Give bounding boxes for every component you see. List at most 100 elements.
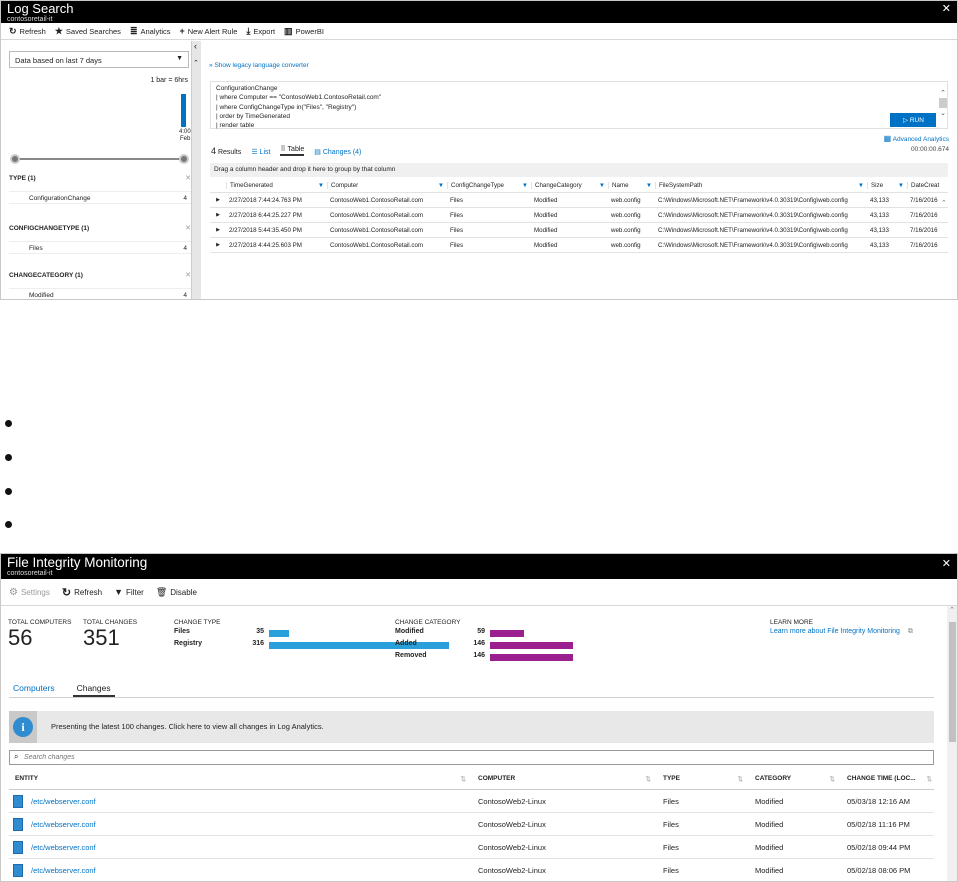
- filter-icon[interactable]: ▼: [522, 182, 528, 189]
- filter-icon[interactable]: ▼: [599, 182, 605, 189]
- saved-searches-button[interactable]: ★ Saved Searches: [55, 26, 121, 37]
- powerbi-button[interactable]: ▥ PowerBI: [284, 26, 324, 37]
- change-type-row[interactable]: Files 35: [174, 628, 374, 640]
- search-box[interactable]: ⌕: [9, 750, 934, 765]
- entity-link[interactable]: /etc/webserver.conf: [31, 866, 96, 875]
- facet-item[interactable]: Files 4: [9, 241, 191, 254]
- time-range-slider[interactable]: [13, 158, 186, 160]
- sort-icon[interactable]: ⇅: [461, 775, 466, 782]
- scroll-up-icon[interactable]: ⌃: [938, 89, 948, 97]
- fim-scrollbar[interactable]: ⌃: [947, 606, 957, 881]
- close-icon[interactable]: ✕: [942, 557, 951, 570]
- info-text: Presenting the latest 100 changes. Click…: [51, 722, 324, 731]
- settings-button[interactable]: ⚙ Settings: [9, 587, 50, 598]
- column-header-entity[interactable]: ENTITY ⇅: [9, 775, 472, 782]
- column-header-change-time[interactable]: CHANGE TIME (LOC... ⇅: [841, 775, 934, 782]
- filter-icon[interactable]: ▼: [898, 182, 904, 189]
- learn-more-link[interactable]: Learn more about File Integrity Monitori…: [770, 628, 913, 636]
- export-button[interactable]: ⤓ Export: [246, 26, 275, 37]
- table-row[interactable]: /etc/webserver.conf ContosoWeb2-Linux Fi…: [9, 813, 934, 836]
- column-header-computer[interactable]: COMPUTER ⇅: [472, 775, 657, 782]
- sort-icon[interactable]: ⇅: [927, 775, 932, 782]
- column-header-type[interactable]: TYPE ⇅: [657, 775, 749, 782]
- settings-label: Settings: [20, 587, 50, 597]
- change-type-row[interactable]: Registry 316: [174, 640, 449, 652]
- sort-icon[interactable]: ⇅: [646, 775, 651, 782]
- info-banner[interactable]: i Presenting the latest 100 changes. Cli…: [9, 711, 934, 743]
- file-icon: [13, 863, 23, 877]
- scroll-thumb[interactable]: [948, 622, 956, 742]
- disable-button[interactable]: 🗑 Disable: [156, 587, 197, 598]
- expand-icon[interactable]: ▶: [210, 227, 226, 233]
- expand-icon[interactable]: ▶: [210, 242, 226, 248]
- column-header[interactable]: ChangeCategory ▼: [531, 182, 608, 189]
- histogram-bar[interactable]: [181, 94, 186, 127]
- new-alert-rule-button[interactable]: + New Alert Rule: [180, 26, 238, 36]
- column-header-category[interactable]: CATEGORY ⇅: [749, 775, 841, 782]
- group-drop-zone[interactable]: Drag a column header and drop it here to…: [210, 163, 948, 177]
- column-header[interactable]: Name ▼: [608, 182, 655, 189]
- column-header[interactable]: Computer ▼: [327, 182, 447, 189]
- change-category-row[interactable]: Removed 146: [395, 652, 595, 664]
- query-editor[interactable]: ConfigurationChange | where Computer == …: [210, 81, 948, 129]
- facet-item[interactable]: Modified 4: [9, 288, 191, 299]
- table-row[interactable]: /etc/webserver.conf ContosoWeb2-Linux Fi…: [9, 836, 934, 859]
- pane-splitter[interactable]: ‹ ⌃: [191, 41, 201, 299]
- table-scrollbar[interactable]: ⌃: [941, 199, 949, 299]
- tab-list[interactable]: ☰ List: [251, 148, 270, 156]
- column-header[interactable]: DateCreat: [907, 182, 948, 189]
- refresh-button[interactable]: ↻ Refresh: [9, 26, 46, 37]
- entity-cell[interactable]: /etc/webserver.conf: [9, 840, 472, 854]
- download-icon: ⤓: [246, 25, 251, 36]
- legacy-converter-link[interactable]: » Show legacy language converter: [209, 62, 309, 69]
- tab-computers[interactable]: Computers: [9, 681, 59, 697]
- sort-icon[interactable]: ⇅: [738, 775, 743, 782]
- slider-handle-left[interactable]: [10, 154, 20, 164]
- facet-item-label: Files: [29, 245, 43, 252]
- entity-cell[interactable]: /etc/webserver.conf: [9, 794, 472, 808]
- powerbi-label: PowerBI: [295, 26, 324, 36]
- advanced-analytics-link[interactable]: ▦ Advanced Analytics: [884, 134, 949, 143]
- column-header[interactable]: ConfigChangeType ▼: [447, 182, 531, 189]
- sort-icon[interactable]: ⇅: [830, 775, 835, 782]
- table-row[interactable]: /etc/webserver.conf ContosoWeb2-Linux Fi…: [9, 790, 934, 813]
- filter-button[interactable]: ▼ Filter: [114, 587, 144, 597]
- scroll-down-icon[interactable]: ⌄: [938, 109, 948, 117]
- table-row[interactable]: ▶ 2/27/2018 6:44:25.227 PM ContosoWeb1.C…: [210, 208, 948, 223]
- run-button[interactable]: ▷ RUN: [890, 113, 936, 127]
- table-row[interactable]: ▶ 2/27/2018 4:44:25.603 PM ContosoWeb1.C…: [210, 238, 948, 253]
- close-icon[interactable]: ✕: [942, 2, 951, 15]
- scroll-up-icon[interactable]: ⌃: [947, 606, 957, 614]
- expand-icon[interactable]: ▶: [210, 197, 226, 203]
- analytics-button[interactable]: ≣ Analytics: [130, 26, 171, 37]
- tab-changes[interactable]: ▤ Changes (4): [314, 148, 361, 156]
- entity-cell[interactable]: /etc/webserver.conf: [9, 863, 472, 877]
- entity-link[interactable]: /etc/webserver.conf: [31, 843, 96, 852]
- facet-item[interactable]: ConfigurationChange 4: [9, 191, 191, 204]
- change-category-row[interactable]: Modified 59: [395, 628, 595, 640]
- scroll-up-icon[interactable]: ⌃: [193, 59, 199, 67]
- tab-table[interactable]: ⠿ Table: [280, 145, 305, 156]
- table-row[interactable]: ▶ 2/27/2018 5:44:35.450 PM ContosoWeb1.C…: [210, 223, 948, 238]
- column-header[interactable]: Size ▼: [867, 182, 907, 189]
- entity-link[interactable]: /etc/webserver.conf: [31, 797, 96, 806]
- filter-icon[interactable]: ▼: [646, 182, 652, 189]
- table-row[interactable]: ▶ 2/27/2018 7:44:24.763 PM ContosoWeb1.C…: [210, 193, 948, 208]
- filter-icon[interactable]: ▼: [318, 182, 324, 189]
- filter-icon[interactable]: ▼: [438, 182, 444, 189]
- column-header[interactable]: FileSystemPath ▼: [655, 182, 867, 189]
- change-category-row[interactable]: Added 146: [395, 640, 595, 652]
- date-range-select[interactable]: Data based on last 7 days ▼: [9, 51, 189, 68]
- refresh-button[interactable]: ↻ Refresh: [62, 586, 102, 599]
- expand-icon[interactable]: ▶: [210, 212, 226, 218]
- entity-link[interactable]: /etc/webserver.conf: [31, 820, 96, 829]
- collapse-icon[interactable]: ‹: [194, 41, 197, 51]
- table-row[interactable]: /etc/webserver.conf ContosoWeb2-Linux Fi…: [9, 859, 934, 881]
- query-scrollbar[interactable]: ⌃ ⌄: [938, 89, 948, 125]
- tab-changes[interactable]: Changes: [72, 681, 115, 697]
- entity-cell[interactable]: /etc/webserver.conf: [9, 817, 472, 831]
- filter-icon[interactable]: ▼: [858, 182, 864, 189]
- search-input[interactable]: [24, 752, 914, 763]
- column-header[interactable]: TimeGenerated ▼: [226, 182, 327, 189]
- slider-handle-right[interactable]: [179, 154, 189, 164]
